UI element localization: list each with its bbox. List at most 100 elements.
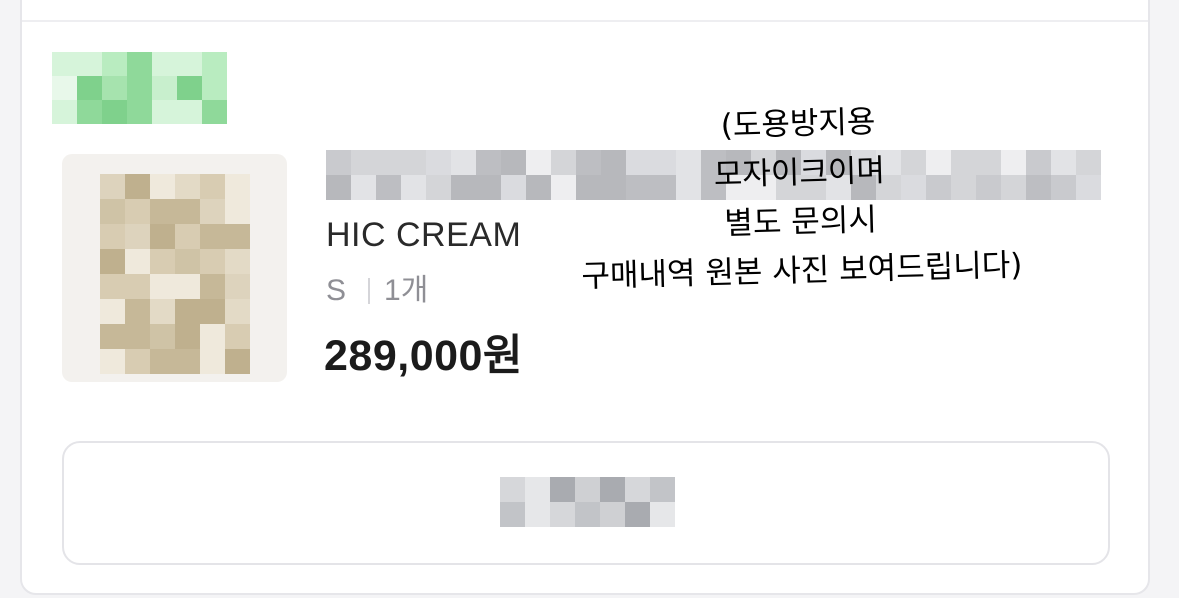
mosaic-cell [102, 52, 127, 76]
mosaic-cell [125, 199, 150, 224]
mosaic-cell [401, 175, 426, 200]
mosaic-cell [200, 349, 225, 374]
mosaic-cell [125, 324, 150, 349]
mosaic-cell [426, 175, 451, 200]
mosaic-cell [127, 100, 152, 124]
mosaic-cell [100, 299, 125, 324]
mosaic-cell [225, 249, 250, 274]
mosaic-cell [177, 100, 202, 124]
option-quantity: 1개 [384, 274, 429, 307]
mosaic-cell [150, 324, 175, 349]
mosaic-cell [200, 174, 225, 199]
mosaic-cell [125, 174, 150, 199]
mosaic-cell [550, 502, 575, 527]
mosaic-cell [150, 224, 175, 249]
mosaic-cell [625, 477, 650, 502]
mosaic-cell [77, 52, 102, 76]
mosaic-cell [150, 349, 175, 374]
product-image-mosaic [100, 174, 250, 374]
mosaic-cell [175, 174, 200, 199]
mosaic-cell [150, 199, 175, 224]
mosaic-cell [550, 477, 575, 502]
mosaic-cell [152, 52, 177, 76]
mosaic-cell [52, 52, 77, 76]
mosaic-cell [150, 174, 175, 199]
mosaic-cell [200, 199, 225, 224]
mosaic-cell [127, 76, 152, 100]
mosaic-cell [150, 274, 175, 299]
mosaic-cell [127, 52, 152, 76]
mosaic-cell [152, 100, 177, 124]
mosaic-cell [225, 199, 250, 224]
mosaic-cell [100, 324, 125, 349]
mosaic-cell [202, 52, 227, 76]
mosaic-cell [175, 349, 200, 374]
mosaic-cell [376, 150, 401, 175]
product-thumbnail[interactable] [62, 154, 287, 382]
mosaic-cell [200, 224, 225, 249]
mosaic-cell [575, 502, 600, 527]
button-label-mosaic [500, 477, 675, 527]
mosaic-cell [401, 150, 426, 175]
mosaic-cell [202, 76, 227, 100]
mosaic-cell [152, 76, 177, 100]
mosaic-cell [476, 150, 501, 175]
product-price: 289,000원 [324, 332, 523, 380]
mosaic-cell [575, 477, 600, 502]
mosaic-cell [100, 349, 125, 374]
mosaic-cell [175, 199, 200, 224]
mosaic-cell [351, 175, 376, 200]
mosaic-cell [625, 502, 650, 527]
mosaic-cell [600, 477, 625, 502]
mosaic-cell [525, 477, 550, 502]
mosaic-cell [177, 52, 202, 76]
mosaic-cell [52, 100, 77, 124]
mosaic-cell [102, 76, 127, 100]
mosaic-cell [175, 249, 200, 274]
mosaic-cell [451, 175, 476, 200]
mosaic-cell [202, 100, 227, 124]
option-size: S [326, 274, 347, 307]
mosaic-cell [100, 174, 125, 199]
mosaic-cell [102, 100, 127, 124]
mosaic-cell [177, 76, 202, 100]
mosaic-cell [476, 175, 501, 200]
mosaic-cell [200, 249, 225, 274]
mosaic-cell [225, 274, 250, 299]
mosaic-cell [175, 299, 200, 324]
mosaic-cell [200, 299, 225, 324]
handwritten-annotation: (도용방지용 모자이크이며 별도 문의시 구매내역 원본 사진 보여드립니다) [498, 92, 1103, 304]
divider [22, 20, 1148, 22]
mosaic-cell [77, 76, 102, 100]
product-option: S 1개 [326, 272, 428, 310]
mosaic-cell [125, 249, 150, 274]
mosaic-cell [376, 175, 401, 200]
mosaic-cell [175, 224, 200, 249]
mosaic-cell [225, 349, 250, 374]
mosaic-cell [326, 175, 351, 200]
mosaic-cell [175, 324, 200, 349]
mosaic-cell [125, 299, 150, 324]
mosaic-cell [225, 299, 250, 324]
mosaic-cell [200, 324, 225, 349]
option-divider [368, 278, 371, 304]
order-status-badge-mosaic [52, 52, 227, 124]
mosaic-cell [600, 502, 625, 527]
mosaic-cell [500, 477, 525, 502]
mosaic-cell [500, 502, 525, 527]
mosaic-cell [150, 249, 175, 274]
mosaic-cell [426, 150, 451, 175]
mosaic-cell [351, 150, 376, 175]
mosaic-cell [125, 224, 150, 249]
mosaic-cell [650, 502, 675, 527]
mosaic-cell [326, 150, 351, 175]
mosaic-cell [650, 477, 675, 502]
mosaic-cell [125, 274, 150, 299]
order-action-button[interactable] [62, 441, 1110, 565]
mosaic-cell [150, 299, 175, 324]
mosaic-cell [100, 249, 125, 274]
mosaic-cell [100, 199, 125, 224]
mosaic-cell [100, 274, 125, 299]
mosaic-cell [175, 274, 200, 299]
mosaic-cell [225, 324, 250, 349]
